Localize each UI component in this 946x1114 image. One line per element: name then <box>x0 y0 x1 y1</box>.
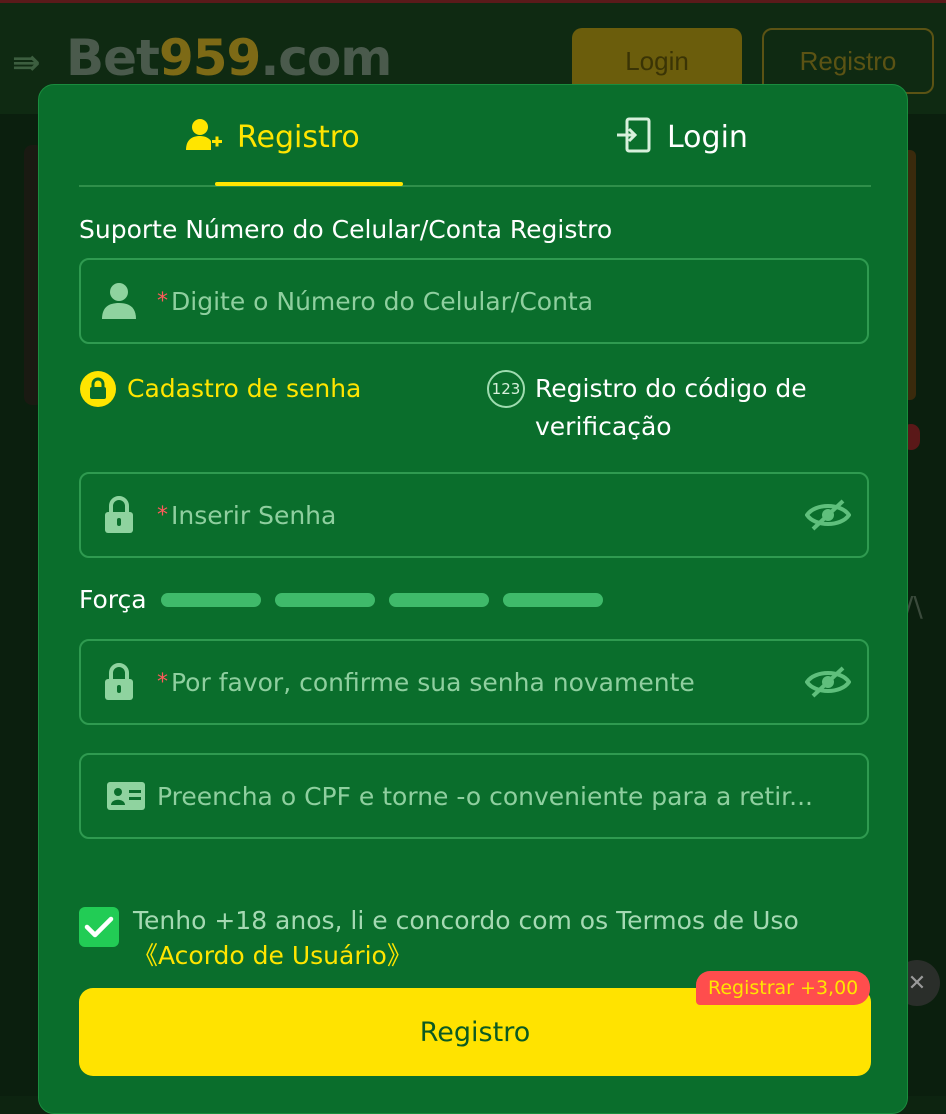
eye-off-icon[interactable] <box>789 665 867 699</box>
strength-label: Força <box>79 585 147 614</box>
register-bonus-badge: Registrar +3,00 <box>696 971 871 1005</box>
strength-bar <box>502 592 603 607</box>
code-icon-text: 123 <box>491 380 521 398</box>
terms-checkbox[interactable] <box>79 907 119 947</box>
strength-bar <box>274 592 375 607</box>
active-tab-indicator <box>215 182 403 186</box>
logo-text-domain: .com <box>260 29 392 87</box>
auth-tabs: Registro Login <box>79 85 871 187</box>
cpf-field <box>79 753 869 839</box>
user-add-icon <box>185 116 223 158</box>
required-mark: * <box>157 669 168 695</box>
site-logo: Bet959.com <box>66 29 392 87</box>
user-agreement-link[interactable]: 《Acordo de Usuário》 <box>133 941 412 970</box>
code-123-icon: 123 <box>487 370 525 408</box>
mode-password-label: Cadastro de senha <box>127 374 362 403</box>
menu-icon[interactable]: ⇛ <box>12 43 41 83</box>
lock-badge-icon <box>79 370 117 412</box>
confirm-password-input[interactable] <box>171 667 789 697</box>
eye-off-icon[interactable] <box>789 498 867 532</box>
checkmark-icon <box>84 916 114 938</box>
logo-text-number: 959 <box>158 29 261 87</box>
tab-register[interactable]: Registro <box>185 115 360 159</box>
tab-login[interactable]: Login <box>615 115 748 159</box>
user-icon <box>81 281 157 321</box>
section-label: Suporte Número do Celular/Conta Registro <box>79 215 613 244</box>
tab-login-label: Login <box>667 119 748 155</box>
password-field: * <box>79 472 869 558</box>
logo-text-bet: Bet <box>66 29 160 87</box>
mode-code-option[interactable]: 123 Registro do código de verificação <box>487 370 847 446</box>
login-door-icon <box>615 116 653 158</box>
required-mark: * <box>157 288 168 314</box>
account-field: * <box>79 258 869 344</box>
terms-statement: Tenho +18 anos, li e concordo com os Ter… <box>133 906 799 935</box>
required-mark: * <box>157 502 168 528</box>
password-input[interactable] <box>171 500 789 530</box>
mode-code-label: Registro do código de verificação <box>535 374 807 441</box>
id-card-icon <box>81 782 157 810</box>
register-modal: Registro Login Suporte Número do Celular… <box>38 84 908 1114</box>
lock-icon <box>81 496 157 534</box>
tab-register-label: Registro <box>237 119 360 155</box>
strength-bar <box>160 592 261 607</box>
cpf-input[interactable] <box>157 781 867 811</box>
confirm-password-field: * <box>79 639 869 725</box>
strength-bar <box>388 592 489 607</box>
password-strength: Força <box>79 585 617 614</box>
account-input[interactable] <box>171 286 867 316</box>
lock-icon <box>81 663 157 701</box>
mode-password-option[interactable]: Cadastro de senha <box>79 370 361 412</box>
terms-text: Tenho +18 anos, li e concordo com os Ter… <box>133 903 853 973</box>
